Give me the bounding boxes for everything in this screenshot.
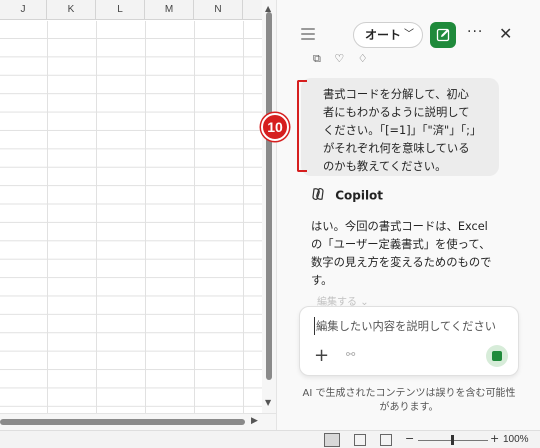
annotation-bracket (297, 80, 307, 172)
user-message-bubble: 書式コードを分解して、初心 者にもわかるように説明して ください。「[=1]」「… (301, 78, 499, 176)
normal-view-icon[interactable] (324, 433, 340, 447)
status-bar: − + 100% (0, 430, 540, 448)
link-icon[interactable]: ⚯ (346, 348, 355, 361)
stop-generating-button[interactable] (486, 345, 508, 367)
vertical-scroll-thumb[interactable] (266, 12, 272, 380)
prompt-input[interactable] (314, 317, 510, 335)
zoom-level[interactable]: 100% (503, 434, 529, 445)
chat-composer: + ⚯ (299, 306, 519, 376)
user-message-line: ください。「[=1]」「"済"」「;」 (323, 124, 482, 137)
user-message-line: のかも教えてください。 (323, 160, 447, 173)
stop-icon (492, 351, 502, 361)
zoom-out-button[interactable]: − (405, 432, 414, 445)
column-header-row: J K L M N (0, 0, 262, 20)
vertical-scrollbar[interactable]: ▲ ▼ (262, 0, 276, 413)
thumbs-up-icon[interactable]: ♡ (334, 52, 344, 65)
disclaimer-line: AI で生成されたコンテンツは誤りを含む可能性 (302, 388, 516, 399)
assistant-message-line: はい。今回の書式コードは、Excel (311, 220, 488, 233)
new-chat-button[interactable] (430, 22, 456, 48)
page-break-view-icon[interactable] (380, 434, 392, 446)
thumbs-down-icon[interactable]: ♢ (358, 52, 368, 65)
zoom-slider-thumb[interactable] (451, 435, 454, 445)
scroll-right-icon[interactable]: ▶ (251, 416, 258, 426)
cell-grid[interactable] (0, 21, 262, 413)
spreadsheet-grid[interactable]: J K L M N (0, 0, 262, 430)
message-actions: ⧉ ♡ ♢ (313, 52, 378, 68)
more-options-button[interactable]: ··· (467, 24, 483, 40)
step-number-badge: 10 (261, 113, 289, 141)
close-button[interactable]: ✕ (499, 24, 512, 43)
column-header-m[interactable]: M (145, 0, 194, 20)
user-message-line: 書式コードを分解して、初心 (323, 88, 469, 101)
add-attachment-button[interactable]: + (314, 345, 329, 366)
mode-dropdown[interactable]: オート ﹀ (353, 22, 423, 48)
mode-label: オート (365, 28, 402, 42)
column-header-k[interactable]: K (47, 0, 96, 20)
copilot-pane: オート ﹀ ··· ✕ ⧉ ♡ ♢ 書式コードを分解して、初心 者にもわかるよう… (276, 0, 540, 430)
column-header-j[interactable]: J (0, 0, 47, 20)
column-header-l[interactable]: L (96, 0, 145, 20)
copilot-logo-icon (311, 187, 325, 204)
page-layout-view-icon[interactable] (354, 434, 366, 446)
horizontal-scrollbar[interactable]: ▶ (0, 413, 276, 430)
copilot-sender: Copilot (311, 187, 383, 205)
copilot-name: Copilot (335, 188, 384, 203)
copy-icon[interactable]: ⧉ (313, 52, 321, 65)
assistant-message-line: す。 (311, 274, 333, 287)
assistant-message: はい。今回の書式コードは、Excel の「ユーザー定義書式」を使って、 数字の見… (311, 218, 517, 290)
assistant-message-line: 数字の見え方を変えるためのもので (311, 256, 492, 269)
user-message-line: がそれぞれ何を意味している (323, 142, 470, 155)
step-number: 10 (267, 119, 283, 135)
menu-icon[interactable] (301, 28, 315, 40)
zoom-in-button[interactable]: + (490, 432, 499, 445)
column-header-n[interactable]: N (194, 0, 243, 20)
edit-icon (436, 28, 450, 42)
horizontal-scroll-thumb[interactable] (0, 419, 245, 425)
user-message-line: 者にもわかるように説明して (323, 106, 470, 119)
assistant-message-line: の「ユーザー定義書式」を使って、 (311, 238, 491, 251)
scroll-down-icon[interactable]: ▼ (265, 398, 271, 407)
disclaimer-line: があります。 (379, 402, 439, 413)
chevron-down-icon: ﹀ (404, 29, 414, 40)
ai-disclaimer: AI で生成されたコンテンツは誤りを含む可能性 があります。 (295, 387, 523, 415)
